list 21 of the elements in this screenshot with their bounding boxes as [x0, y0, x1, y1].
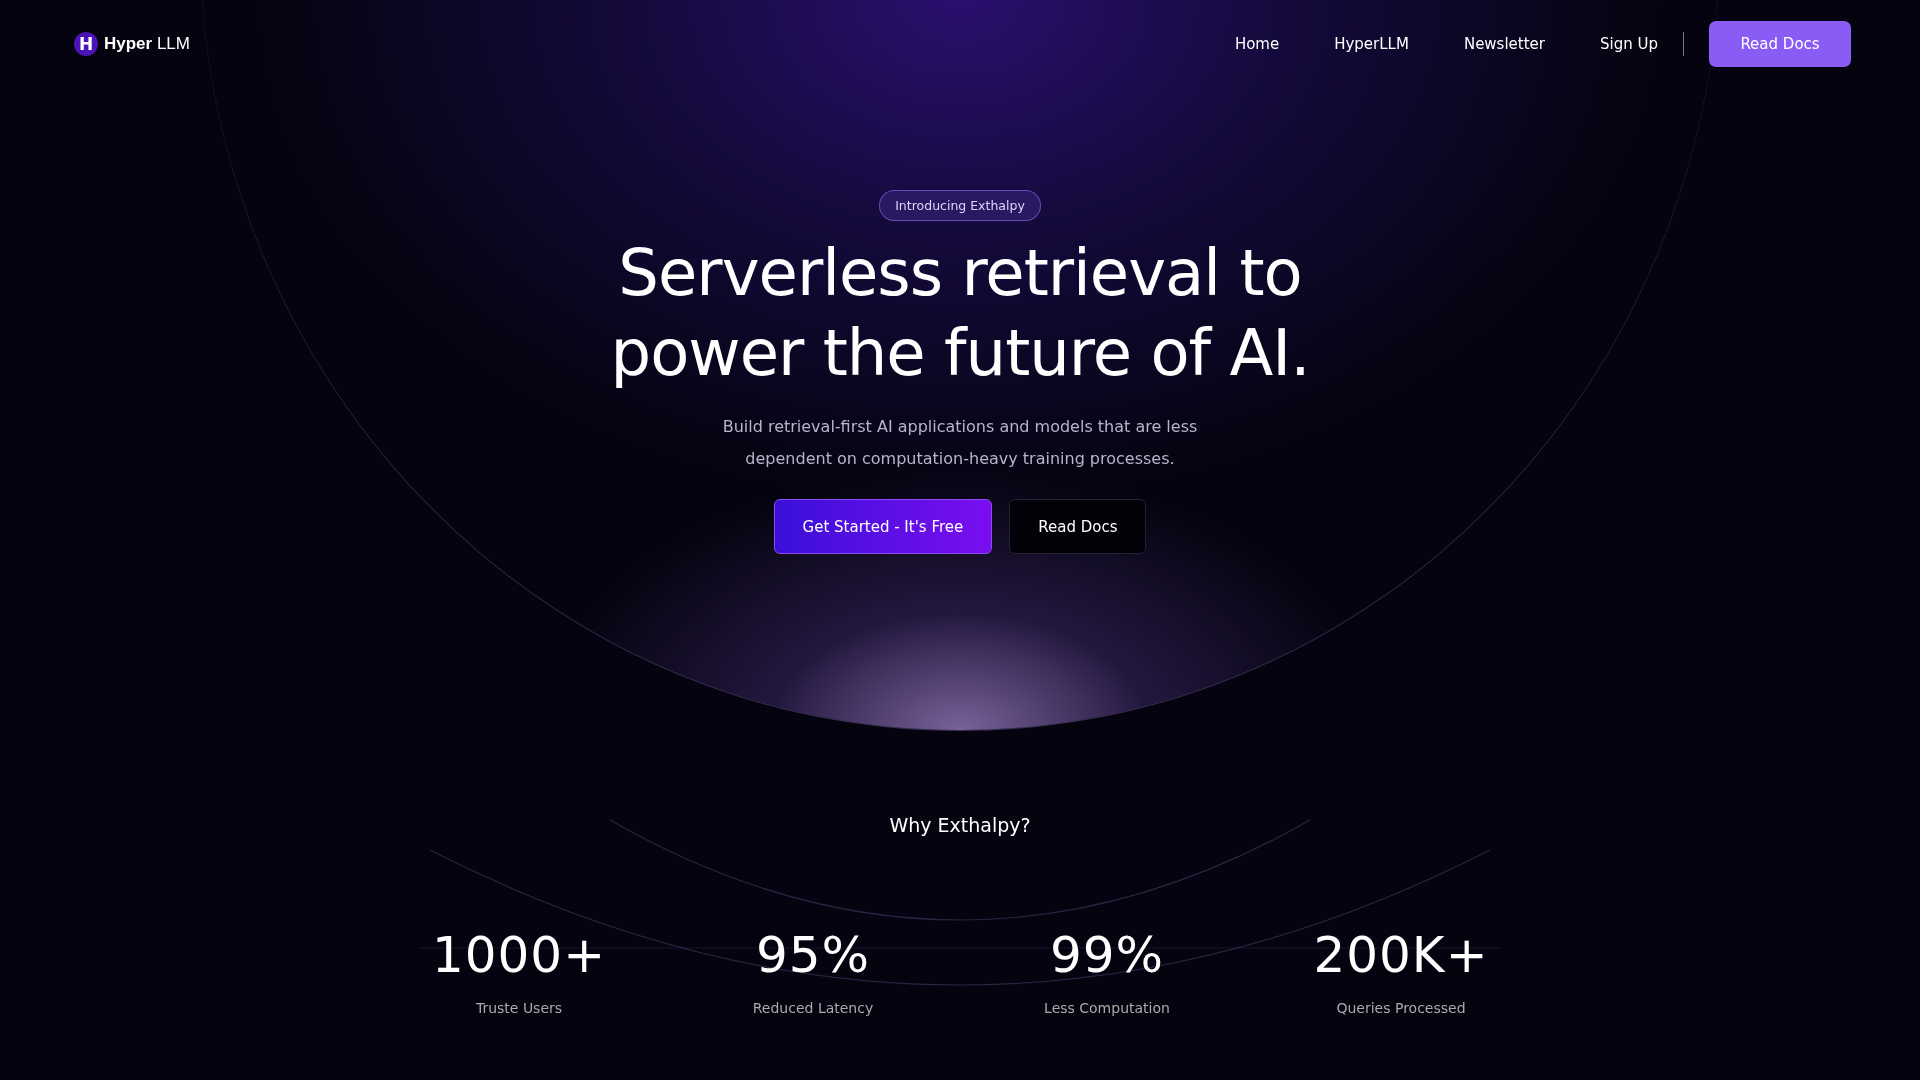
section-heading: Why Exthalpy? — [889, 814, 1031, 836]
hero-title: Serverless retrieval to power the future of AI. — [610, 235, 1310, 392]
nav-link[interactable]: Newsletter — [1463, 35, 1545, 53]
stat-value: 200K+ — [1313, 926, 1489, 984]
nav-link[interactable]: Sign Up — [1600, 35, 1658, 53]
get-started-button[interactable]: Get Started - It's Free — [773, 499, 993, 554]
stat-label: Truste Users — [475, 1000, 563, 1016]
nav-link[interactable]: Home — [1234, 35, 1280, 53]
logo-icon[interactable]: H — [74, 32, 98, 56]
stat-label: Less Computation — [1044, 1000, 1170, 1016]
stat-value: 95% — [755, 926, 871, 984]
read-docs-button[interactable]: Read Docs — [1709, 21, 1851, 67]
stat-label: Queries Processed — [1336, 1000, 1466, 1016]
brand-name[interactable]: Hyper LLM — [104, 34, 190, 54]
announcement-badge: Introducing Exthalpy — [879, 190, 1041, 221]
read-docs-button[interactable]: Read Docs — [1009, 499, 1147, 554]
hero-subtitle: Build retrieval-first AI applications and models that are less dependent on computation-heavy training processes. — [722, 416, 1198, 470]
stat-value: 99% — [1049, 926, 1165, 984]
nav-link[interactable]: HyperLLM — [1334, 35, 1409, 53]
stat-value: 1000+ — [431, 926, 607, 984]
stat-label: Reduced Latency — [752, 1000, 874, 1016]
